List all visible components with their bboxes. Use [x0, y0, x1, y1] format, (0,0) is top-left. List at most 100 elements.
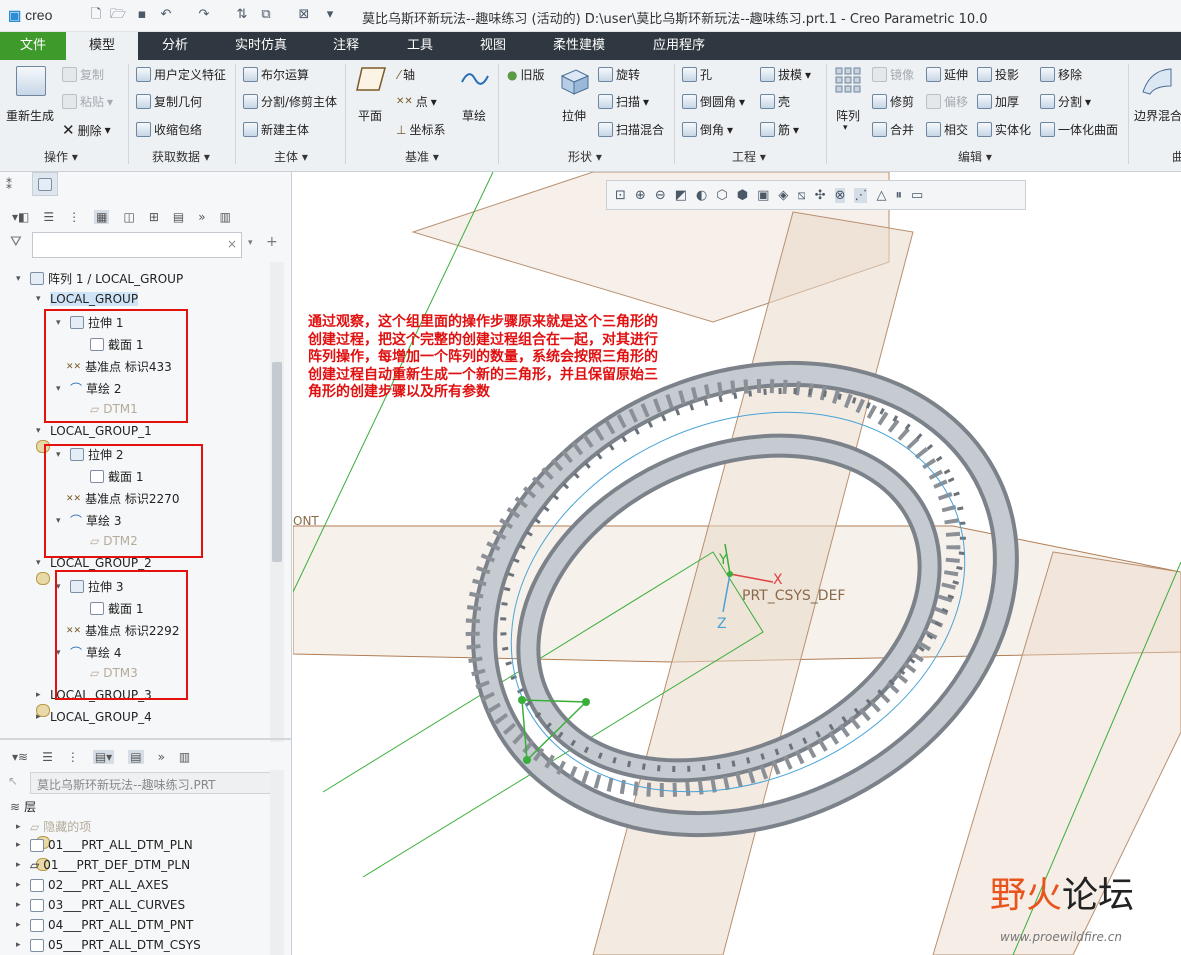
draft-button[interactable]: 拔模 ▾: [760, 66, 811, 83]
tree-scrollbar-thumb[interactable]: [272, 362, 282, 562]
zoom-in-icon[interactable]: ⊕: [635, 188, 646, 203]
tree-item-pattern[interactable]: ▾ 阵列 1 / LOCAL_GROUP: [16, 270, 183, 287]
layer-item[interactable]: ▸ 04___PRT_ALL_DTM_PNT: [16, 918, 193, 932]
boundary-blend-button[interactable]: [1140, 66, 1174, 96]
tab-tools[interactable]: 工具: [386, 32, 454, 60]
view-manager-icon[interactable]: ⬢: [737, 188, 748, 203]
display-style-icon[interactable]: ◐: [696, 188, 707, 203]
section-view-icon[interactable]: ▣: [757, 188, 769, 203]
spin-center-icon[interactable]: ⊗: [834, 187, 846, 203]
window-icon[interactable]: ⧉: [258, 7, 274, 23]
layer-props-icon[interactable]: ▤▾: [92, 750, 115, 764]
group-engineering[interactable]: 工程 ▾: [732, 148, 766, 165]
group-shapes[interactable]: 形状 ▾: [568, 148, 602, 165]
pattern-button[interactable]: [834, 66, 862, 94]
trim-button[interactable]: 修剪: [872, 93, 914, 110]
tree-item-local-group-2[interactable]: ▾ LOCAL_GROUP_2: [36, 556, 152, 717]
sketch-button[interactable]: [460, 66, 490, 92]
rib-button[interactable]: 筋 ▾: [760, 121, 799, 138]
copy-button[interactable]: 复制: [62, 66, 104, 83]
tree-filter-icon[interactable]: ◫: [123, 210, 134, 224]
save-icon[interactable]: ▪: [134, 7, 150, 23]
tab-file[interactable]: 文件: [0, 32, 66, 60]
more-icon[interactable]: »: [158, 750, 165, 764]
appearance-icon[interactable]: △: [876, 188, 886, 203]
close-window-icon[interactable]: ⊠: [296, 7, 312, 23]
csys-button[interactable]: ⊥ 坐标系: [396, 121, 445, 138]
project-button[interactable]: 投影: [977, 66, 1019, 83]
saved-views-icon[interactable]: ⬡: [716, 188, 727, 203]
extend-button[interactable]: 延伸: [926, 66, 968, 83]
tab-applications[interactable]: 应用程序: [640, 32, 718, 60]
refit-icon[interactable]: ⊡: [615, 188, 626, 203]
group-get-data[interactable]: 获取数据 ▾: [152, 148, 210, 165]
shrinkwrap-button[interactable]: 收缩包络: [136, 121, 202, 138]
tab-annotate[interactable]: 注释: [312, 32, 380, 60]
group-surfaces[interactable]: 曲: [1172, 148, 1181, 165]
chamfer-button[interactable]: 倒角 ▾: [682, 121, 733, 138]
layer-settings-icon[interactable]: ▥: [179, 750, 190, 764]
tab-view[interactable]: 视图: [460, 32, 526, 60]
search-field[interactable]: [37, 234, 217, 256]
clear-search-icon[interactable]: ×: [227, 237, 237, 251]
redo-icon[interactable]: ↷: [196, 7, 212, 23]
layer-item[interactable]: ▸ 03___PRT_ALL_CURVES: [16, 898, 185, 912]
tree-item-local-group[interactable]: ▾ LOCAL_GROUP: [36, 292, 139, 453]
tree-columns-icon[interactable]: ▦: [94, 210, 110, 224]
layer-item[interactable]: ▸ 05___PRT_ALL_DTM_CSYS: [16, 938, 201, 952]
search-dropdown-icon[interactable]: ▾: [248, 238, 253, 248]
customize-toolbar-icon[interactable]: ▾: [322, 7, 338, 23]
collapse-layers-icon[interactable]: ⋮: [67, 750, 79, 764]
model-tree-search-input[interactable]: ×: [32, 232, 242, 258]
copy-geometry-button[interactable]: 复制几何: [136, 93, 202, 110]
graphics-window[interactable]: X Y Z PRT_CSYS_DEF ONT: [293, 172, 1181, 955]
split-button[interactable]: 分割 ▾: [1040, 93, 1091, 110]
layer-item[interactable]: ▸ 01___PRT_ALL_DTM_PLN: [16, 838, 193, 852]
new-body-button[interactable]: 新建主体: [243, 121, 309, 138]
pattern-dropdown-icon[interactable]: ▾: [843, 123, 848, 133]
layer-model-select[interactable]: 莫比乌斯环新玩法--趣味练习.PRT ▾: [30, 772, 284, 794]
hole-button[interactable]: 孔: [682, 66, 712, 83]
intersect-button[interactable]: 相交: [926, 121, 968, 138]
extrude-button[interactable]: [558, 66, 590, 96]
show-dropdown-icon[interactable]: ▾◧: [12, 210, 29, 224]
group-editing[interactable]: 编辑 ▾: [958, 148, 992, 165]
datum-display-icon[interactable]: ⧅: [797, 188, 805, 203]
more-icon[interactable]: »: [198, 210, 205, 224]
legacy-button[interactable]: ● 旧版: [507, 66, 545, 83]
open-file-icon[interactable]: 🗁: [110, 7, 126, 23]
perspective-icon[interactable]: ◈: [778, 188, 788, 203]
remove-button[interactable]: 移除: [1040, 66, 1082, 83]
tree-item-local-group-1[interactable]: ▾ LOCAL_GROUP_1: [36, 424, 152, 585]
udf-button[interactable]: 用户定义特征: [136, 66, 226, 83]
pause-icon[interactable]: ⏸: [895, 188, 902, 203]
filter-icon[interactable]: ⛛: [10, 234, 22, 250]
tab-analysis[interactable]: 分析: [140, 32, 210, 60]
tree-settings-icon[interactable]: ▤: [173, 210, 184, 224]
expand-layers-icon[interactable]: ☰: [42, 750, 53, 764]
annotation-display-icon[interactable]: ✣: [815, 188, 826, 203]
zoom-out-icon[interactable]: ⊖: [655, 188, 666, 203]
model-tree-tab-icon[interactable]: ⁑: [6, 178, 12, 192]
round-button[interactable]: 倒圆角 ▾: [682, 93, 745, 110]
point-button[interactable]: ✕✕ 点 ▾: [396, 93, 437, 110]
tab-live-simulation[interactable]: 实时仿真: [220, 32, 302, 60]
mirror-button[interactable]: 镜像: [872, 66, 914, 83]
group-body[interactable]: 主体 ▾: [274, 148, 308, 165]
more-tools-icon[interactable]: ▭: [911, 188, 923, 203]
regenerate-button[interactable]: [16, 66, 46, 96]
plane-button[interactable]: [356, 66, 386, 92]
layer-item[interactable]: ▸ 02___PRT_ALL_AXES: [16, 878, 169, 892]
panel-divider[interactable]: [0, 738, 292, 740]
delete-button[interactable]: ✕ 删除 ▾: [62, 121, 111, 139]
swept-blend-button[interactable]: 扫描混合: [598, 121, 664, 138]
revolve-button[interactable]: 旋转: [598, 66, 640, 83]
group-datum[interactable]: 基准 ▾: [405, 148, 439, 165]
add-icon[interactable]: +: [266, 234, 278, 250]
solidify-button[interactable]: 实体化: [977, 121, 1031, 138]
layer-item-hidden[interactable]: ▸ ▱ 隐藏的项: [16, 818, 91, 835]
properties-icon[interactable]: ▥: [220, 210, 231, 224]
layer-item[interactable]: ▸ ▱ 01___PRT_DEF_DTM_PLN: [16, 858, 190, 872]
layer-scrollbar[interactable]: [270, 770, 284, 955]
shell-button[interactable]: 壳: [760, 93, 790, 110]
